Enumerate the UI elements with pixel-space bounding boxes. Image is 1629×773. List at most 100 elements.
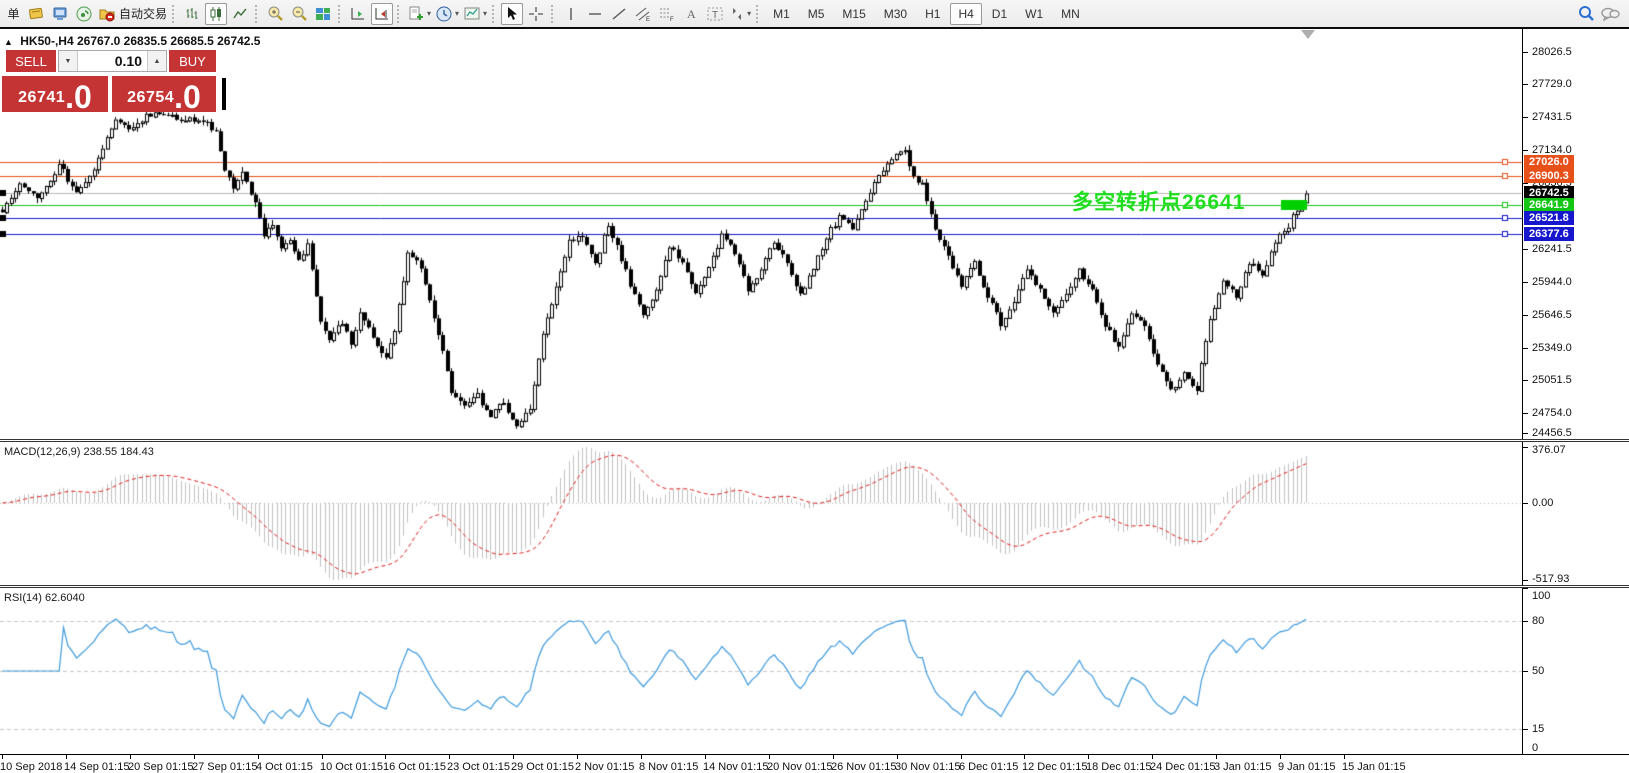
templates-dropdown-caret[interactable]: ▾ [483,9,487,18]
price-tick-mark [1523,315,1528,316]
price-tick-label: 24456.5 [1532,427,1572,439]
templates-button[interactable]: ▾ [462,3,488,25]
time-axis-label: 14 Nov 01:15 [703,761,768,773]
macd-tick-label: -517.93 [1532,573,1569,585]
panel-resize-handle[interactable] [222,78,226,110]
volume-decrease-button[interactable]: ▼ [59,51,78,71]
sell-button[interactable]: SELL [6,50,56,72]
time-tick-mark [961,755,962,759]
arrows-dropdown-caret[interactable]: ▾ [747,9,751,18]
line-chart-button[interactable] [229,3,251,25]
price-tick-label: 27729.0 [1532,78,1572,90]
buy-price-button[interactable]: 26754 .0 [112,76,216,112]
timeframe-m30[interactable]: M30 [876,3,915,25]
volume-input[interactable] [78,51,147,71]
zoom-in-button[interactable] [264,3,286,25]
time-axis-label: 30 Nov 01:15 [895,761,960,773]
svg-text:E: E [646,17,650,22]
buy-button[interactable]: BUY [169,50,216,72]
price-tick-mark [1523,150,1528,151]
cursor-button[interactable] [501,3,523,25]
sell-button-label: SELL [15,54,47,69]
terminal-window: 单 自动交易 [0,0,1629,773]
timeframe-h1[interactable]: H1 [917,3,948,25]
time-axis-label: 27 Sep 01:15 [192,761,257,773]
candlestick-chart-button[interactable] [205,3,227,25]
hline-price-flag: 26377.6 [1524,227,1574,241]
chart-shift-button[interactable] [371,3,393,25]
indicators-button[interactable]: ▾ [406,3,432,25]
rsi-tick-mark [1523,754,1528,755]
timeframe-mn[interactable]: MN [1053,3,1088,25]
search-icon[interactable] [1575,3,1597,25]
timeframe-m1[interactable]: M1 [765,3,798,25]
time-tick-mark [769,755,770,759]
chart-shift-marker[interactable] [1301,30,1315,39]
time-tick-mark [705,755,706,759]
arrows-tool[interactable]: ▾ [728,3,752,25]
text-label-tool[interactable]: T [704,3,726,25]
price-tick-mark [1523,282,1528,283]
toolbar-grip [172,5,176,23]
rsi-pane-canvas[interactable] [0,588,1522,754]
time-tick-mark [1216,755,1217,759]
crosshair-button[interactable] [525,3,547,25]
pane-separator[interactable] [0,439,1629,442]
timeframe-w1[interactable]: W1 [1017,3,1051,25]
rsi-tick-label: 15 [1532,723,1544,735]
toolbar-grip [492,5,496,23]
time-axis-label: 20 Nov 01:15 [767,761,832,773]
periods-dropdown-caret[interactable]: ▾ [455,9,459,18]
macd-pane-canvas[interactable] [0,442,1522,585]
time-axis-label: 12 Dec 01:15 [1022,761,1087,773]
sell-price-button[interactable]: 26741 .0 [2,76,108,112]
pane-separator[interactable] [0,585,1629,588]
bar-chart-button[interactable] [181,3,203,25]
chat-icon[interactable] [1599,3,1621,25]
macd-indicator-label: MACD(12,26,9) 238.55 184.43 [4,446,154,458]
price-tick-mark [1523,117,1528,118]
price-tick-label: 27431.5 [1532,111,1572,123]
zoom-out-button[interactable] [288,3,310,25]
one-click-trading-panel: SELL ▼ ▲ BUY 26741 .0 26754 .0 [2,46,226,116]
auto-scroll-button[interactable] [347,3,369,25]
fibonacci-tool[interactable]: F [656,3,678,25]
timeframe-h4[interactable]: H4 [950,3,981,25]
time-tick-mark [258,755,259,759]
pivot-annotation-text[interactable]: 多空转折点26641 [1072,186,1245,216]
time-tick-mark [2,755,3,759]
periods-button[interactable]: ▾ [434,3,460,25]
tile-windows-button[interactable] [312,3,334,25]
timeframe-m5[interactable]: M5 [800,3,833,25]
signals-icon[interactable] [73,3,95,25]
market-watch-icon[interactable] [25,3,47,25]
chart-plot-area[interactable] [0,29,1522,773]
channel-tool[interactable]: E [632,3,654,25]
timeframe-d1[interactable]: D1 [984,3,1015,25]
volume-increase-button[interactable]: ▲ [147,51,166,71]
indicators-dropdown-caret[interactable]: ▾ [427,9,431,18]
timeframe-m15[interactable]: M15 [834,3,873,25]
time-axis[interactable]: 10 Sep 201814 Sep 01:1520 Sep 01:1527 Se… [0,754,1629,773]
horizontal-line-tool[interactable] [584,3,606,25]
volume-stepper: ▼ ▲ [58,50,167,72]
time-axis-label: 8 Nov 01:15 [639,761,698,773]
new-order-button[interactable]: 单 [1,3,23,25]
time-axis-label: 26 Nov 01:15 [831,761,896,773]
time-axis-label: 10 Oct 01:15 [320,761,383,773]
time-axis-label: 14 Sep 01:15 [64,761,129,773]
price-chart-canvas[interactable] [0,29,1522,439]
price-axis[interactable]: 28026.527729.027431.527134.026836.526241… [1522,29,1629,754]
time-axis-label: 23 Oct 01:15 [447,761,510,773]
price-tick-mark [1523,249,1528,250]
sell-price-dec: .0 [65,84,92,111]
vertical-line-tool[interactable] [560,3,582,25]
autotrading-button[interactable]: 自动交易 [97,3,168,25]
rsi-tick-label: 50 [1532,665,1544,677]
toolbar-grip [756,5,760,23]
publisher-icon[interactable] [49,3,71,25]
time-tick-mark [1344,755,1345,759]
trendline-tool[interactable] [608,3,630,25]
text-tool[interactable]: A [680,3,702,25]
rsi-tick-mark [1523,621,1528,622]
